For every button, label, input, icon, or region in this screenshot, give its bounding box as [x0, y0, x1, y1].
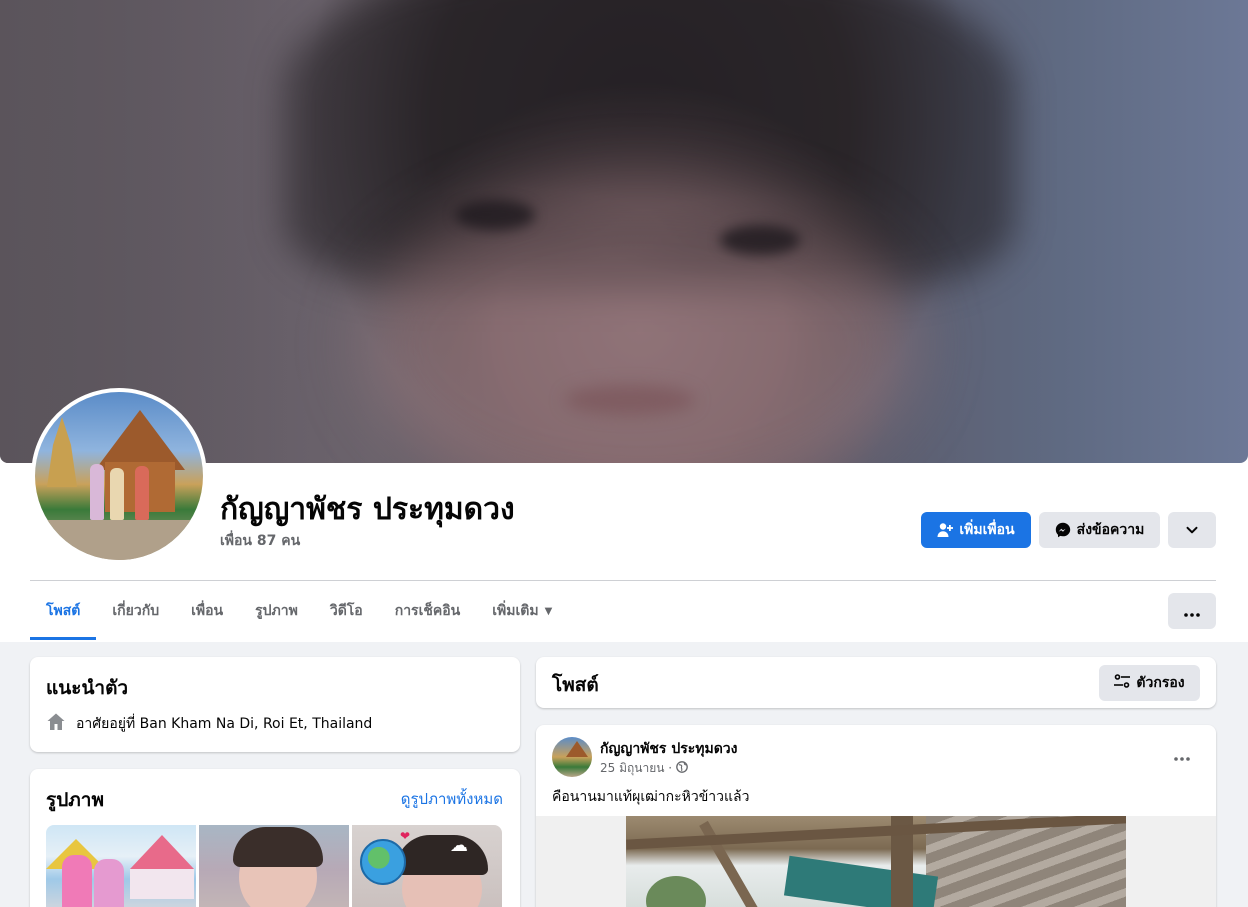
- more-horizontal-icon: [1184, 602, 1200, 621]
- tab-photos[interactable]: รูปภาพ: [239, 582, 314, 640]
- post-card: กัญญาพัชร ประทุมดวง 25 มิถุนายน · คือนาน…: [536, 725, 1216, 907]
- profile-name: กัญญาพัชร ประทุมดวง: [220, 492, 515, 527]
- send-message-label: ส่งข้อความ: [1076, 522, 1145, 538]
- filter-label: ตัวกรอง: [1136, 675, 1185, 691]
- tab-friends[interactable]: เพื่อน: [175, 582, 239, 640]
- post-author-avatar[interactable]: [552, 737, 592, 777]
- home-icon: [46, 712, 66, 736]
- tabs-more-button[interactable]: [1168, 593, 1216, 629]
- post-date[interactable]: 25 มิถุนายน ·: [600, 759, 672, 778]
- photo-thumbnail[interactable]: ❤ ☁: [352, 825, 502, 907]
- lives-in-text: อาศัยอยู่ที่ Ban Kham Na Di, Roi Et, Tha…: [76, 716, 373, 732]
- messenger-icon: [1055, 522, 1071, 538]
- send-message-button[interactable]: ส่งข้อความ: [1039, 512, 1160, 548]
- tab-about[interactable]: เกี่ยวกับ: [96, 582, 175, 640]
- filter-icon: [1114, 674, 1131, 692]
- add-friend-icon: [937, 522, 954, 538]
- globe-icon: [676, 761, 688, 776]
- posts-title: โพสต์: [552, 674, 599, 696]
- post-image[interactable]: [626, 816, 1126, 907]
- filter-button[interactable]: ตัวกรอง: [1099, 665, 1200, 701]
- tab-more[interactable]: เพิ่มเติม ▼: [476, 582, 568, 640]
- profile-options-button[interactable]: [1168, 512, 1216, 548]
- profile-tabs: โพสต์ เกี่ยวกับ เพื่อน รูปภาพ วิดีโอ การ…: [30, 582, 568, 640]
- cloud-icon: ☁: [450, 835, 468, 856]
- photos-title: รูปภาพ: [46, 789, 104, 811]
- post-author-name[interactable]: กัญญาพัชร ประทุมดวง: [600, 738, 738, 760]
- caret-down-icon: ▼: [544, 605, 553, 617]
- friends-count[interactable]: เพื่อน 87 คน: [220, 530, 300, 552]
- post-text: คือนานมาแท้ผุเฒ่ากะหิวข้าวแล้ว: [552, 789, 750, 805]
- chevron-down-icon: [1185, 523, 1199, 537]
- tab-posts[interactable]: โพสต์: [30, 582, 97, 640]
- add-friend-button[interactable]: เพิ่มเพื่อน: [921, 512, 1031, 548]
- posts-header-card: โพสต์ ตัวกรอง: [536, 657, 1216, 708]
- photo-thumbnail[interactable]: [46, 825, 196, 907]
- post-more-button[interactable]: [1164, 737, 1200, 773]
- photos-card: รูปภาพ ดูรูปภาพทั้งหมด ❤ ☁: [30, 769, 520, 907]
- post-meta: 25 มิถุนายน ·: [600, 759, 688, 778]
- more-horizontal-icon: [1174, 746, 1190, 765]
- photo-thumbnail[interactable]: [199, 825, 349, 907]
- profile-avatar[interactable]: [35, 392, 203, 560]
- add-friend-label: เพิ่มเพื่อน: [959, 522, 1015, 538]
- header-divider: [30, 580, 1216, 581]
- see-all-photos-link[interactable]: ดูรูปภาพทั้งหมด: [401, 787, 503, 811]
- intro-card: แนะนำตัว อาศัยอยู่ที่ Ban Kham Na Di, Ro…: [30, 657, 520, 752]
- intro-lives-in: อาศัยอยู่ที่ Ban Kham Na Di, Roi Et, Tha…: [46, 712, 372, 736]
- cover-photo[interactable]: [0, 0, 1248, 463]
- tab-videos[interactable]: วิดีโอ: [314, 582, 379, 640]
- intro-title: แนะนำตัว: [46, 677, 129, 699]
- tab-checkins[interactable]: การเช็คอิน: [379, 582, 477, 640]
- heart-icon: ❤: [400, 829, 411, 843]
